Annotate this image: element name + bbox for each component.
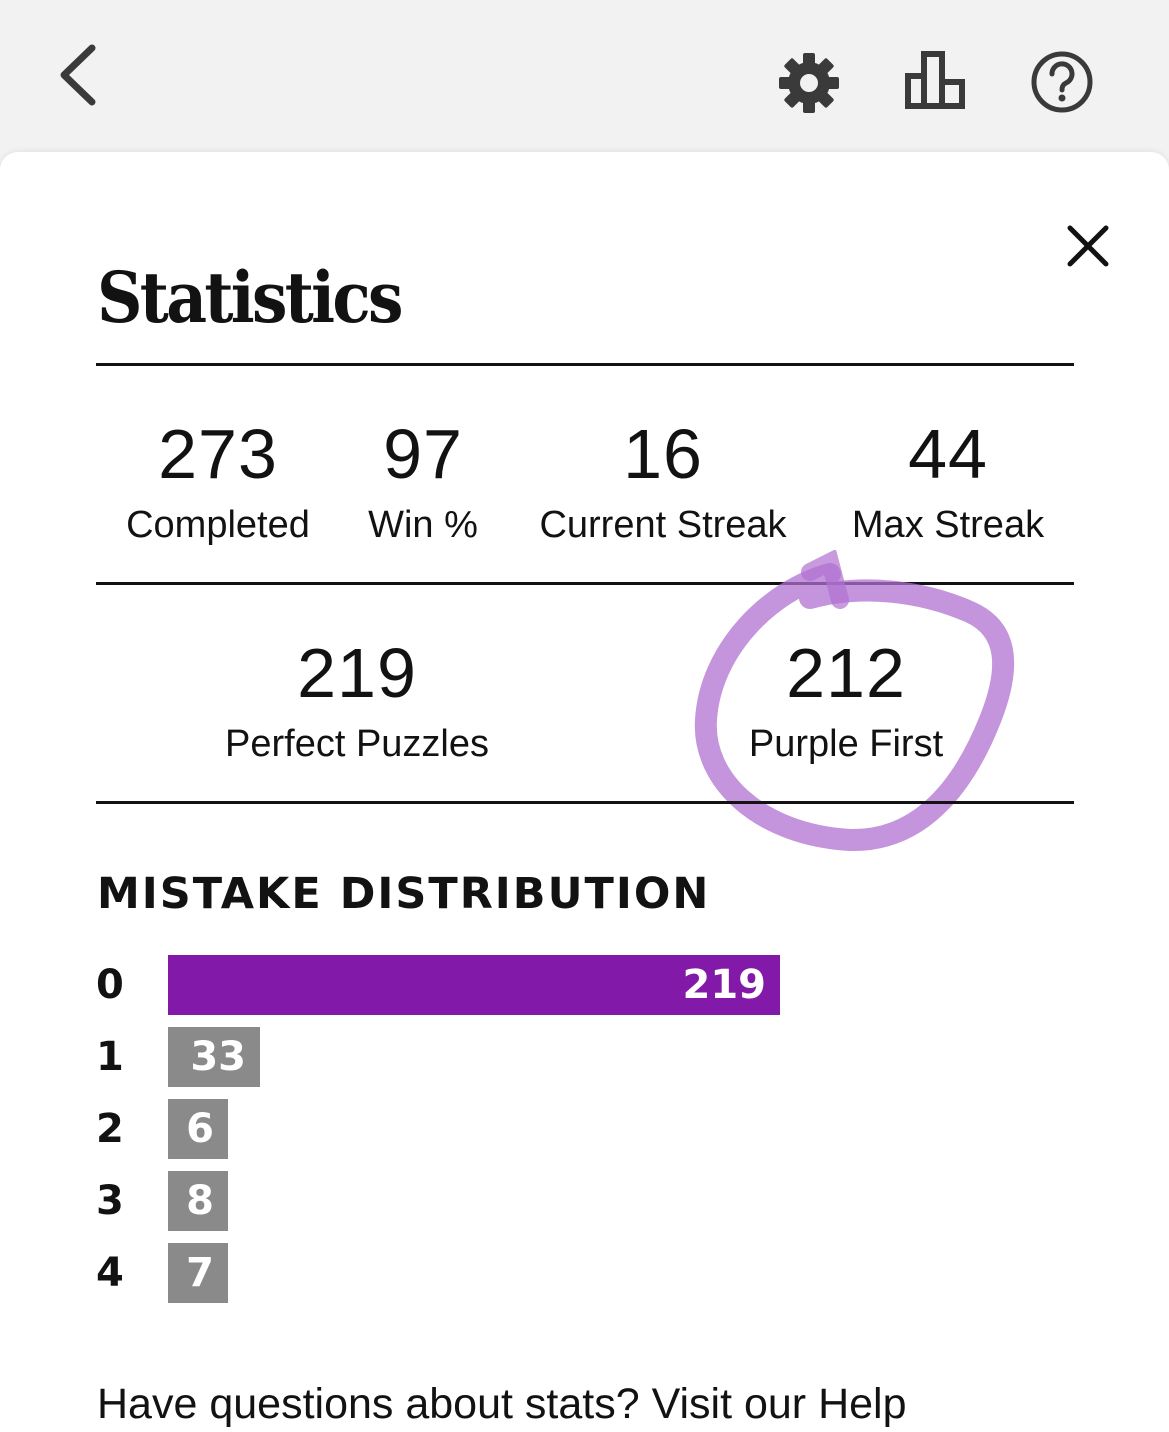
close-icon[interactable] — [1060, 218, 1116, 274]
distribution-bar: 219 — [168, 955, 780, 1015]
stat-purple-first: 212 Purple First — [712, 633, 980, 767]
distribution-bar: 6 — [168, 1099, 228, 1159]
divider — [96, 582, 1074, 585]
stat-value: 212 — [786, 634, 906, 712]
stat-current-streak: 16 Current Streak — [516, 414, 810, 548]
stat-max-streak: 44 Max Streak — [826, 414, 1070, 548]
top-bar — [0, 0, 1169, 155]
statistics-modal — [0, 152, 1169, 1432]
stat-label: Current Streak — [539, 504, 787, 546]
gear-icon[interactable] — [776, 50, 842, 116]
question-circle-icon[interactable] — [1028, 48, 1096, 116]
distribution-title: MISTAKE DISTRIBUTION — [97, 869, 711, 919]
mistake-count-label: 1 — [96, 1034, 124, 1080]
divider — [96, 801, 1074, 804]
distribution-bar: 7 — [168, 1243, 228, 1303]
help-text[interactable]: Have questions about stats? Visit our He… — [97, 1378, 1097, 1430]
stat-label: Win % — [368, 504, 478, 546]
mistake-count-label: 2 — [96, 1106, 124, 1152]
stat-value: 273 — [158, 415, 278, 493]
stat-value: 16 — [623, 415, 703, 493]
mistake-count-label: 0 — [96, 962, 124, 1008]
stat-win-percent: 97 Win % — [352, 414, 494, 548]
stat-value: 44 — [908, 415, 988, 493]
stat-label: Purple First — [748, 723, 944, 765]
modal-title: Statistics — [97, 256, 403, 339]
stat-value: 219 — [297, 634, 417, 712]
bar-chart-icon[interactable] — [900, 46, 972, 114]
mistake-count-label: 3 — [96, 1178, 124, 1224]
divider — [96, 363, 1074, 366]
stat-completed: 273 Completed — [108, 414, 328, 548]
stat-label: Max Streak — [851, 504, 1045, 546]
chevron-left-icon[interactable] — [52, 38, 112, 112]
stat-value: 97 — [383, 415, 463, 493]
mistake-count-label: 4 — [96, 1250, 124, 1296]
stat-perfect-puzzles: 219 Perfect Puzzles — [196, 633, 518, 767]
stat-label: Perfect Puzzles — [225, 723, 489, 765]
distribution-bar: 33 — [168, 1027, 260, 1087]
stat-label: Completed — [126, 504, 310, 546]
distribution-bar: 8 — [168, 1171, 228, 1231]
